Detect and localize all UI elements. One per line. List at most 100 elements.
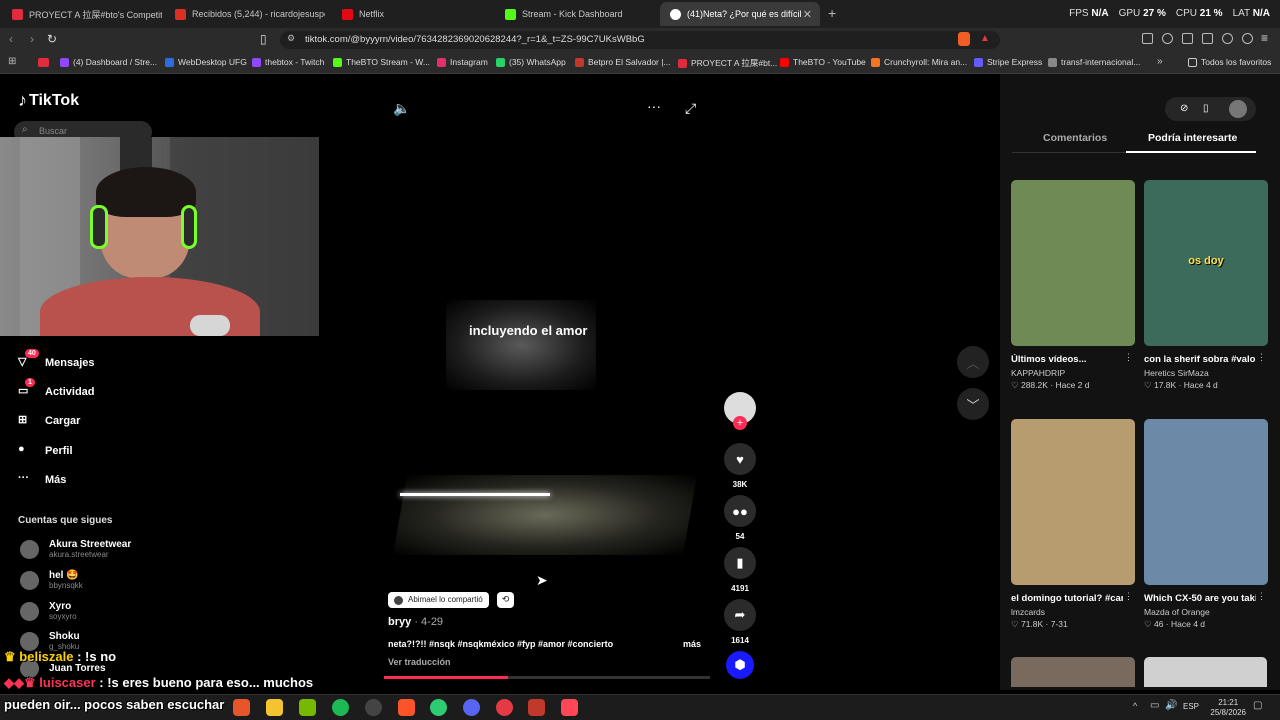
browser-tab[interactable]: Netflix xyxy=(332,2,492,26)
previous-video-button[interactable]: ︿ xyxy=(957,346,989,378)
sidebar-item-cargar[interactable]: ⊞ Cargar xyxy=(18,413,80,428)
reload-icon[interactable]: ↻ xyxy=(47,32,57,46)
recommended-video-card[interactable]: Últimos vídeos... ⋮ KAPPAHDRIP ♡ 288.2K · H… xyxy=(1011,180,1135,391)
brave-rewards-icon[interactable]: ▲ xyxy=(980,33,990,44)
network-icon[interactable]: ▭ xyxy=(1150,700,1159,711)
app-icon[interactable] xyxy=(496,699,513,716)
bookmark-item[interactable]: transf-internacional... xyxy=(1048,57,1140,67)
menu-icon[interactable]: ≡ xyxy=(1261,31,1268,45)
more-vertical-icon[interactable]: ⋮ xyxy=(1257,352,1266,363)
tab-recommended[interactable]: Podría interesarte xyxy=(1148,132,1237,144)
file-explorer-icon[interactable] xyxy=(266,699,283,716)
bookmark-item[interactable]: WebDesktop UFG xyxy=(165,57,247,67)
browser-tab-active[interactable]: (41)Neta? ¿Por qué es difícil a ✕ xyxy=(660,2,820,26)
bookmark-item[interactable]: Stripe Express xyxy=(974,57,1042,67)
media-icon[interactable] xyxy=(1162,33,1173,44)
sidebar-icon[interactable] xyxy=(1182,33,1193,44)
browser-tab[interactable]: Recibidos (5,244) - ricardojesusporti xyxy=(165,2,325,26)
phone-icon[interactable]: ▯ xyxy=(1203,103,1209,114)
youtube-bookmark-icon[interactable] xyxy=(38,58,49,67)
leo-icon[interactable] xyxy=(1222,33,1233,44)
following-account[interactable]: Xyro soyxyro xyxy=(20,601,77,621)
browser-tab[interactable]: Stream - Kick Dashboard xyxy=(495,2,655,26)
more-vertical-icon[interactable]: ⋮ xyxy=(1124,591,1133,602)
app-icon[interactable] xyxy=(233,699,250,716)
bookmark-item[interactable]: thebtox - Twitch xyxy=(252,57,324,67)
comment-button[interactable]: ●● 54 xyxy=(724,495,756,541)
tab-comments[interactable]: Comentarios xyxy=(1043,132,1107,144)
sidebar-item-mensajes[interactable]: ▽ 40 Mensajes xyxy=(18,349,95,370)
bookmark-icon[interactable]: ▯ xyxy=(260,32,267,46)
video-thumbnail[interactable]: os doy xyxy=(1144,180,1268,346)
video-author[interactable]: bryy · 4-29 xyxy=(388,616,443,628)
following-account[interactable]: Akura Streetwear akura.streetwear xyxy=(20,539,131,559)
url-field[interactable]: tiktok.com/@byyyrn/video/763428236902062… xyxy=(280,31,1000,49)
sound-disc[interactable]: ⬢ xyxy=(724,651,756,679)
all-favorites-folder[interactable]: Todos los favoritos xyxy=(1188,57,1271,67)
more-link[interactable]: más xyxy=(683,639,701,649)
clock[interactable]: 21:21 25/8/2026 xyxy=(1210,698,1246,718)
new-tab-button[interactable]: + xyxy=(828,5,836,21)
app-icon[interactable] xyxy=(430,699,447,716)
bookmark-item[interactable]: Instagram xyxy=(437,57,488,67)
bookmark-item[interactable]: TheBTO Stream - W... xyxy=(333,57,430,67)
video-thumbnail[interactable] xyxy=(1011,180,1135,346)
browser-tab[interactable]: PROYECT A 拉屎#bto's Competitive I xyxy=(2,2,162,26)
spotify-icon[interactable] xyxy=(332,699,349,716)
creator-avatar[interactable]: + xyxy=(724,392,756,430)
bookmark-item[interactable]: TheBTO - YouTube xyxy=(780,57,866,67)
like-button[interactable]: ♥ 38K xyxy=(724,443,756,489)
fullscreen-icon[interactable]: ⤢ xyxy=(685,100,696,117)
bookmark-item[interactable]: (35) WhatsApp xyxy=(496,57,566,67)
language-indicator[interactable]: ESP xyxy=(1183,702,1199,711)
video-thumbnail[interactable] xyxy=(1011,419,1135,585)
following-account[interactable]: hel 🤩 bbynsqkk xyxy=(20,570,83,590)
close-tab-icon[interactable]: ✕ xyxy=(803,8,812,21)
video-thumbnail[interactable] xyxy=(1144,419,1268,585)
volume-icon[interactable]: 🔈 xyxy=(393,100,410,117)
follow-plus-icon[interactable]: + xyxy=(733,416,747,430)
forward-icon[interactable]: › xyxy=(30,32,34,46)
obs-icon[interactable] xyxy=(365,699,382,716)
next-video-button[interactable]: ﹀ xyxy=(957,388,989,420)
compass-icon[interactable]: ⊘ xyxy=(1180,103,1188,114)
app-icon[interactable] xyxy=(528,699,545,716)
bookmark-item[interactable]: (4) Dashboard / Stre... xyxy=(60,57,157,67)
brave-icon[interactable] xyxy=(398,699,415,716)
more-bookmarks-icon[interactable]: » xyxy=(1157,56,1163,67)
next-card-thumb[interactable] xyxy=(1011,657,1135,687)
back-icon[interactable]: ‹ xyxy=(9,32,13,46)
recommended-video-card[interactable]: el domingo tutorial? #cardistry #magia..… xyxy=(1011,419,1135,630)
vpn-icon[interactable] xyxy=(1242,33,1253,44)
bookmark-item[interactable]: Betpro El Salvador |... xyxy=(575,57,671,67)
site-info-icon[interactable]: ⚙ xyxy=(287,33,295,44)
following-account[interactable]: Shoku g_shoku xyxy=(20,631,80,651)
sidebar-item-perfil[interactable]: ● Perfil xyxy=(18,443,73,458)
recommended-video-card[interactable]: Which CX-50 are you taking home? 🤔 Che..… xyxy=(1144,419,1268,630)
user-avatar[interactable] xyxy=(1229,100,1247,118)
recommended-video-card[interactable]: os doy con la sherif sobra #valorant...⋮ H… xyxy=(1144,180,1268,391)
more-vertical-icon[interactable]: ⋮ xyxy=(1257,591,1266,602)
translate-link[interactable]: Ver traducción xyxy=(388,657,451,667)
sidebar-item-más[interactable]: ··· Más xyxy=(18,472,66,487)
nvidia-icon[interactable] xyxy=(299,699,316,716)
repost-icon[interactable]: ⟲ xyxy=(497,592,514,608)
app-icon[interactable] xyxy=(561,699,578,716)
sidebar-item-actividad[interactable]: ▭ 1 Actividad xyxy=(18,378,95,399)
video-progress-bar[interactable] xyxy=(384,676,710,679)
tiktok-logo[interactable]: ♪ TikTok xyxy=(18,90,79,111)
more-vertical-icon[interactable]: ⋮ xyxy=(1124,352,1133,363)
apps-grid-icon[interactable]: ⊞ xyxy=(8,56,16,67)
extensions-icon[interactable] xyxy=(1142,33,1153,44)
more-options-icon[interactable]: ··· xyxy=(647,98,661,114)
notifications-icon[interactable]: ▢ xyxy=(1253,700,1262,711)
next-card-thumb[interactable] xyxy=(1144,657,1267,687)
volume-tray-icon[interactable]: 🔊 xyxy=(1165,700,1177,711)
brave-shield-icon[interactable] xyxy=(958,32,970,46)
wallet-icon[interactable] xyxy=(1202,33,1213,44)
tray-chevron-icon[interactable]: ^ xyxy=(1133,701,1137,711)
bookmark-item[interactable]: Crunchyroll: Mira an... xyxy=(871,57,967,67)
bookmark-item[interactable]: PROYECT A 拉屎#bt... xyxy=(678,57,777,69)
shared-by-badge[interactable]: Abimael lo compartió xyxy=(388,592,489,608)
share-button[interactable]: ➦ 1614 xyxy=(724,599,756,645)
